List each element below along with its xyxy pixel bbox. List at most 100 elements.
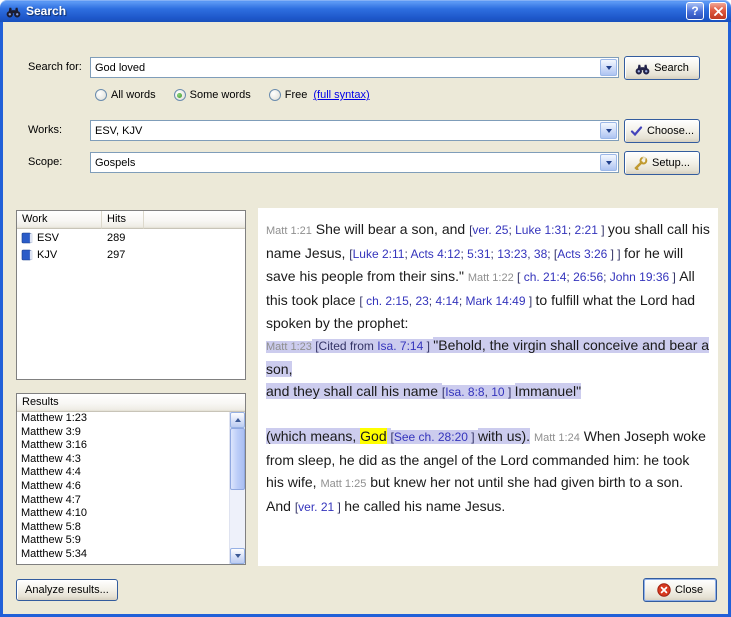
preview-text: , [527,247,534,261]
cross-reference-link[interactable]: 23 [415,294,428,308]
radio-label: Free [285,89,308,101]
chevron-down-icon [606,66,612,73]
result-item[interactable]: Matthew 4:7 [17,494,229,508]
binoculars-icon [635,62,650,75]
cross-reference-link[interactable]: ver. 25 [472,223,508,237]
verse-reference: Matt 1:21 [266,225,312,237]
radio-free[interactable]: Free [269,89,308,101]
cross-reference-link[interactable]: Isa. 8:8 [445,385,484,399]
titlebar: Search ? [0,0,731,22]
result-item[interactable]: Matthew 3:16 [17,439,229,453]
search-window: Search ? Search for: S [0,0,731,617]
cross-reference-link[interactable]: 38 [534,247,547,261]
choose-button[interactable]: Choose... [624,119,700,143]
verse-reference: Matt 1:22 [468,272,514,284]
result-item[interactable]: Matthew 5:34 [17,548,229,562]
close-window-button[interactable] [709,2,727,20]
search-input[interactable] [91,58,599,77]
scroll-up-button[interactable] [230,412,245,428]
analyze-results-button[interactable]: Analyze results... [16,579,118,601]
cross-reference-link[interactable]: Acts 3:26 [557,247,607,261]
column-header-work[interactable]: Work [17,211,102,229]
preview-text [387,428,391,444]
works-value[interactable] [91,121,599,140]
cross-reference-link[interactable]: Acts 4:12 [410,247,460,261]
cross-reference-link[interactable]: ch. 21:4 [524,270,567,284]
cross-reference-link[interactable]: 10 [491,385,504,399]
hits-row[interactable]: ESV289 [17,229,245,246]
result-item[interactable]: Matthew 1:23 [17,412,229,426]
cross-reference-link[interactable]: Luke 1:31 [515,223,568,237]
search-dropdown-button[interactable] [600,59,617,76]
hits-table-header: Work Hits [17,211,245,229]
cross-reference-link[interactable]: 13:23 [497,247,527,261]
result-item[interactable]: Matthew 4:4 [17,466,229,480]
setup-button[interactable]: Setup... [624,151,700,175]
cross-reference-link[interactable]: See ch. 28:20 [394,430,468,444]
search-mode-options: All words Some words Free (full syntax) [95,87,370,103]
close-button-label: Close [675,584,703,596]
results-scrollbar[interactable] [229,412,245,564]
preview-text: ] [526,294,536,308]
result-item[interactable]: Matthew 5:9 [17,534,229,548]
help-button[interactable]: ? [686,2,704,20]
cross-reference-link[interactable]: John 19:36 [610,270,669,284]
analyze-results-label: Analyze results... [25,584,109,596]
hits-count: 289 [102,232,125,244]
cross-reference-link[interactable]: ch. 2:15 [366,294,409,308]
scope-combobox [90,152,619,173]
result-item[interactable]: Matthew 3:9 [17,426,229,440]
close-icon [714,7,723,16]
preview-text: ; [603,270,610,284]
result-item[interactable]: Matthew 5:8 [17,521,229,535]
cross-reference-link[interactable]: Isa. 7:14 [377,339,423,353]
column-header-filler [144,211,245,229]
radio-icon [174,89,186,101]
radio-some-words[interactable]: Some words [174,89,251,101]
result-item[interactable]: Matthew 4:6 [17,480,229,494]
cross-reference-link[interactable]: 5:31 [467,247,490,261]
cross-reference-link[interactable]: 2:21 [575,223,598,237]
cross-reference-link[interactable]: Luke 2:11 [353,247,405,261]
radio-all-words[interactable]: All words [95,89,156,101]
radio-icon [95,89,107,101]
search-combobox [90,57,619,78]
work-name: KJV [37,249,57,261]
radio-icon [269,89,281,101]
scroll-down-button[interactable] [230,548,245,564]
preview-text: ] [468,430,478,444]
preview-text: [ [514,270,524,284]
full-syntax-link[interactable]: (full syntax) [313,89,369,101]
preview-text: ] ] [607,247,624,261]
hits-row[interactable]: KJV 297 [17,246,245,263]
scope-value[interactable] [91,153,599,172]
results-header[interactable]: Results [17,394,245,412]
search-for-label: Search for: [28,57,82,78]
setup-button-label: Setup... [652,157,690,169]
works-dropdown-button[interactable] [600,122,617,139]
chevron-down-icon [606,161,612,168]
close-button[interactable]: Close [643,578,717,602]
preview-text: She will bear a son, and [312,221,469,237]
cross-reference-link[interactable]: Mark 14:49 [466,294,526,308]
verse-reference: Matt 1:24 [534,432,580,444]
scroll-thumb[interactable] [230,428,245,490]
search-button[interactable]: Search [624,56,700,80]
column-header-hits[interactable]: Hits [102,211,144,229]
hits-table: Work Hits ESV289 KJV 297 [16,210,246,380]
wrench-icon [634,156,648,170]
result-item[interactable]: Matthew 4:10 [17,507,229,521]
result-item[interactable]: Matthew 4:3 [17,453,229,467]
scope-dropdown-button[interactable] [600,154,617,171]
cross-reference-link[interactable]: 26:56 [573,270,603,284]
results-panel: Results Matthew 1:23Matthew 3:9Matthew 3… [16,393,246,565]
hits-count: 297 [102,249,125,261]
preview-text: ] [423,339,433,353]
verse-reference: Matt 1:23 [266,341,312,353]
cross-reference-link[interactable]: ver. 21 [298,500,334,514]
preview-text: and they shall call his name [266,383,442,399]
book-icon [21,232,33,244]
triangle-up-icon [235,415,241,422]
cross-reference-link[interactable]: 4:14 [435,294,458,308]
works-label: Works: [28,120,62,141]
